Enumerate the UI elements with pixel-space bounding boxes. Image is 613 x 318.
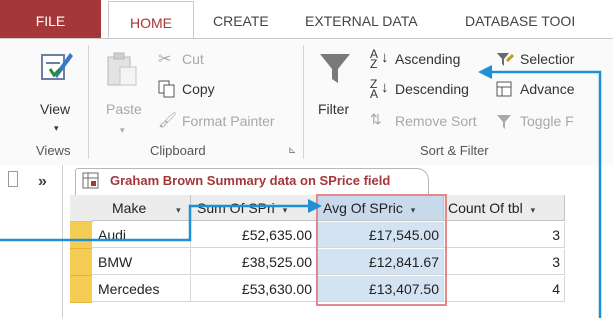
arrow-to-descending [478, 65, 602, 318]
arrow-to-avg-column [0, 199, 322, 242]
annotation-arrows [0, 65, 602, 318]
